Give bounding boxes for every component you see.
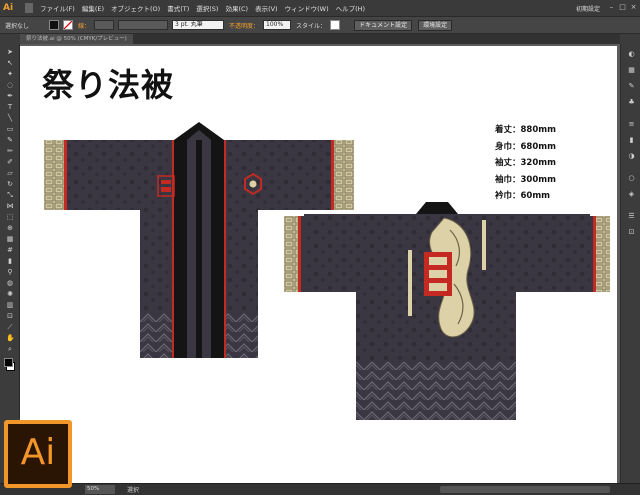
minimize-icon[interactable]: – [607, 3, 616, 12]
style-label: スタイル： [296, 22, 327, 30]
spec-sleeve-width: 袖巾：300mm [495, 174, 556, 185]
workspace-switcher[interactable]: 初期設定 [576, 4, 600, 13]
document-settings-button[interactable]: ドキュメント設定 [354, 19, 413, 31]
menu-help[interactable]: ヘルプ(H) [336, 3, 365, 13]
artboard-tool-icon[interactable]: ⊡ [6, 312, 14, 320]
menu-type[interactable]: 書式(T) [167, 3, 189, 13]
stroke-label[interactable]: 線： [78, 21, 90, 30]
paintbrush-icon[interactable]: ✎ [6, 136, 14, 144]
menu-file[interactable]: ファイル(F) [40, 3, 75, 13]
selection-status: 選択なし [5, 22, 30, 30]
style-swatch[interactable] [330, 20, 341, 30]
tools-panel: ➤ ↖ ✦ ◌ ✒ T ╲ ▭ ✎ ✏ ✐ ▱ ↻ ⤡ ⋈ ⬚ ⊕ ▦ # ▮ … [0, 44, 20, 418]
brushes-panel-icon[interactable]: ✎ [627, 82, 636, 91]
artboards-panel-icon[interactable]: ⊡ [627, 228, 636, 237]
lasso-icon[interactable]: ◌ [6, 81, 14, 89]
pencil-icon[interactable]: ✏ [6, 147, 14, 155]
swatches-panel-icon[interactable]: ▦ [627, 66, 636, 75]
stroke-weight-field[interactable] [94, 20, 115, 30]
document-tab[interactable]: 祭り法被.ai @ 50% (CMYK/プレビュー) [20, 34, 133, 44]
symbols-panel-icon[interactable]: ♣ [627, 98, 636, 107]
hand-tool-icon[interactable]: ✋ [6, 334, 15, 342]
current-tool-status: 選択 [127, 487, 140, 494]
blend-tool-icon[interactable]: ◍ [6, 279, 14, 287]
maximize-icon[interactable]: □ [618, 3, 627, 12]
panel-dock: ◐ ▦ ✎ ♣ ≡ ▮ ◑ ○ ◈ ☰ ⊡ [620, 44, 640, 483]
line-tool-icon[interactable]: ╲ [6, 114, 14, 122]
gradient-panel-icon[interactable]: ▮ [627, 136, 636, 145]
transparency-panel-icon[interactable]: ◑ [627, 152, 636, 161]
preferences-button[interactable]: 環境設定 [418, 19, 453, 31]
layers-panel-icon[interactable]: ☰ [627, 212, 636, 221]
horizontal-scrollbar[interactable] [440, 486, 610, 493]
type-tool-icon[interactable]: T [6, 103, 14, 111]
gradient-tool-icon[interactable]: ▮ [6, 257, 14, 265]
scale-tool-icon[interactable]: ⤡ [6, 191, 14, 199]
spec-body-width: 身巾：680mm [495, 141, 556, 152]
symbol-sprayer-icon[interactable]: ✺ [6, 290, 14, 298]
measurements-list: 着丈：880mm 身巾：680mm 袖丈：320mm 袖巾：300mm 衿巾：6… [495, 122, 556, 205]
app-logo-small: Ai [3, 2, 14, 13]
zoom-field[interactable]: 50% [85, 485, 115, 494]
graphic-styles-panel-icon[interactable]: ◈ [627, 190, 636, 199]
happi-back-illustration [284, 202, 610, 420]
menu-select[interactable]: 選択(S) [196, 3, 218, 13]
status-bar: 50% 選択 [0, 483, 640, 495]
stroke-swatch[interactable] [63, 20, 74, 30]
menu-object[interactable]: オブジェクト(O) [111, 3, 160, 13]
shape-builder-icon[interactable]: ⊕ [6, 224, 14, 232]
opacity-label[interactable]: 不透明度： [229, 21, 259, 30]
rectangle-tool-icon[interactable]: ▭ [6, 125, 14, 133]
artboard[interactable]: 祭り法被 着丈：880mm 身巾：680mm 袖丈：320mm 袖巾：300mm… [20, 46, 617, 483]
fill-color-icon[interactable] [4, 358, 13, 367]
fill-swatch[interactable] [49, 20, 60, 30]
brush-dropdown[interactable]: 3 pt. 丸筆 [172, 20, 225, 30]
blob-brush-icon[interactable]: ✐ [6, 158, 14, 166]
zoom-tool-icon[interactable]: ⌕ [6, 345, 14, 353]
illustrator-logo: Ai [4, 420, 72, 488]
control-bar: 選択なし 線： 3 pt. 丸筆 不透明度： 100% スタイル： ドキュメント… [0, 17, 640, 34]
rotate-tool-icon[interactable]: ↻ [6, 180, 14, 188]
menu-view[interactable]: 表示(V) [255, 3, 278, 13]
spec-sleeve-length: 袖丈：320mm [495, 158, 556, 168]
close-icon[interactable]: × [629, 3, 638, 12]
color-panel-icon[interactable]: ◐ [627, 50, 636, 59]
selection-tool-icon[interactable]: ➤ [6, 48, 14, 56]
appearance-panel-icon[interactable]: ○ [627, 174, 636, 183]
slice-tool-icon[interactable]: ⟋ [6, 323, 14, 331]
menu-effect[interactable]: 効果(C) [225, 3, 248, 13]
spec-length: 着丈：880mm [495, 125, 556, 135]
width-tool-icon[interactable]: ⋈ [6, 202, 14, 210]
menu-edit[interactable]: 編集(E) [82, 3, 104, 13]
stroke-panel-icon[interactable]: ≡ [627, 120, 636, 129]
variable-width-dropdown[interactable] [118, 20, 169, 30]
document-tab-bar: 祭り法被.ai @ 50% (CMYK/プレビュー) [20, 34, 620, 44]
free-transform-icon[interactable]: ⬚ [6, 213, 14, 221]
mesh-tool-icon[interactable]: # [6, 246, 14, 254]
magic-wand-icon[interactable]: ✦ [6, 70, 14, 78]
menu-window[interactable]: ウィンドウ(W) [285, 3, 329, 13]
illustrator-logo-text: Ai [20, 432, 56, 473]
graph-tool-icon[interactable]: ▥ [6, 301, 14, 309]
perspective-grid-icon[interactable]: ▦ [6, 235, 14, 243]
eraser-icon[interactable]: ▱ [6, 169, 14, 177]
eyedropper-icon[interactable]: ⚲ [6, 268, 14, 276]
none-icon [64, 21, 73, 29]
bridge-icon[interactable] [25, 3, 33, 13]
opacity-field[interactable]: 100% [263, 20, 292, 30]
design-title: 祭り法被 [42, 66, 175, 104]
direct-selection-tool-icon[interactable]: ↖ [6, 59, 14, 67]
pen-tool-icon[interactable]: ✒ [6, 92, 14, 100]
menu-bar: Ai ファイル(F) 編集(E) オブジェクト(O) 書式(T) 選択(S) 効… [0, 0, 640, 17]
